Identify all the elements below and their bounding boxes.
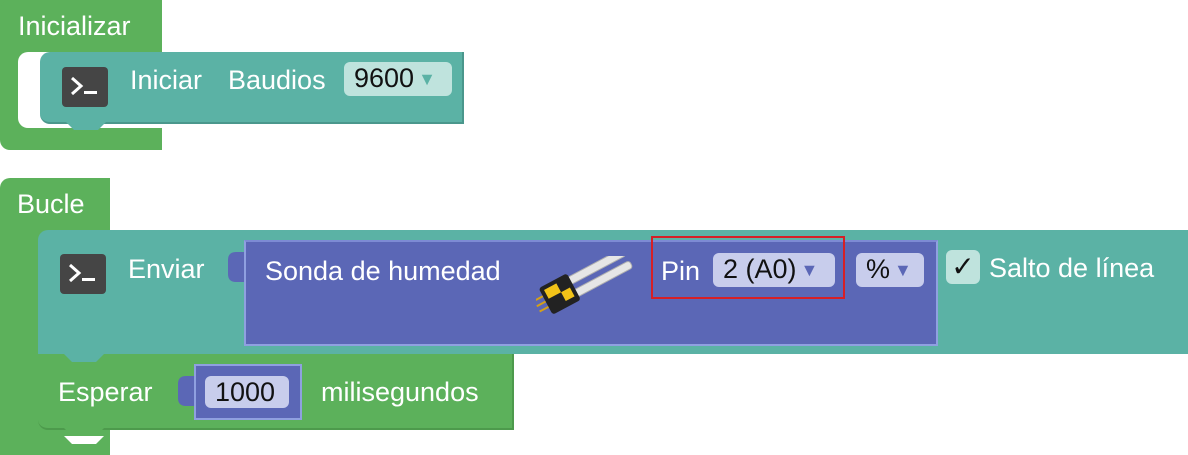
terminal-icon [60,254,106,294]
sensor-name: Sonda de humedad [265,256,501,286]
loop-block-notch [64,436,104,444]
unit-dropdown[interactable]: % ▼ [856,253,924,287]
unit-value: % [866,254,891,284]
chevron-down-icon: ▼ [418,69,436,89]
serial-send-label: Enviar [128,254,205,284]
delay-unit-label: milisegundos [321,377,479,407]
chevron-down-icon: ▼ [800,260,819,280]
baud-label: Baudios [228,65,326,95]
newline-label: Salto de línea [989,253,1155,283]
serial-begin-label: Iniciar [130,65,203,95]
pin-value: 2 (A0) [723,254,797,284]
pin-dropdown[interactable]: 2 (A0) ▼ [713,253,835,287]
serial-begin-notch [66,122,106,130]
baud-rate-value: 9600 [354,63,415,93]
pin-label: Pin [661,256,701,286]
terminal-icon [62,67,108,107]
newline-checkbox[interactable]: ✓ [946,250,980,284]
delay-value-input[interactable]: 1000 [205,376,289,408]
baud-rate-dropdown[interactable]: 9600 ▼ [344,62,452,96]
delay-value: 1000 [215,377,276,407]
check-icon: ✓ [951,251,975,282]
setup-title: Inicializar [18,11,131,41]
soil-moisture-sensor-image [536,256,633,314]
delay-label: Esperar [58,377,153,407]
delay-block-notch-top [64,354,104,362]
chevron-down-icon: ▼ [894,260,912,280]
loop-title: Bucle [17,189,85,219]
